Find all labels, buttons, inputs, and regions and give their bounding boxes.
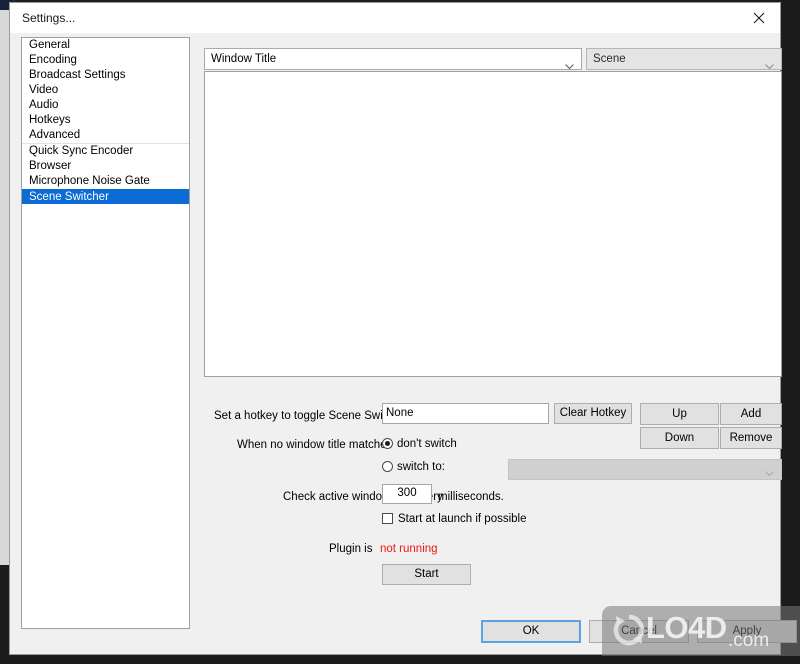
sidebar-item-scene-switcher[interactable]: Scene Switcher — [22, 189, 189, 204]
radio-switch-to[interactable]: switch to: — [382, 461, 445, 473]
plugin-status-label: Plugin is — [329, 543, 373, 555]
switch-to-scene-combobox[interactable] — [508, 459, 782, 480]
sidebar-item-hotkeys[interactable]: Hotkeys — [22, 113, 189, 128]
match-rule-row: Window Title Scene — [204, 48, 782, 70]
add-button[interactable]: Add — [720, 403, 782, 425]
sidebar-item-video[interactable]: Video — [22, 83, 189, 98]
sidebar-item-advanced[interactable]: Advanced — [22, 128, 189, 143]
hotkey-input[interactable]: None — [382, 403, 549, 424]
checkbox-mark-icon — [382, 513, 393, 524]
start-button[interactable]: Start — [382, 564, 471, 585]
ok-button[interactable]: OK — [481, 620, 581, 643]
remove-button[interactable]: Remove — [720, 427, 782, 449]
scene-combobox-value: Scene — [593, 53, 626, 65]
radio-dont-switch[interactable]: don't switch — [382, 438, 457, 450]
dialog-footer: OK Cancel Apply — [10, 608, 797, 654]
interval-input[interactable]: 300 — [382, 484, 432, 504]
start-at-launch-label: Start at launch if possible — [398, 513, 527, 525]
sidebar-item-browser[interactable]: Browser — [22, 159, 189, 174]
window-title-combobox-value: Window Title — [211, 53, 277, 65]
scene-switcher-panel: Window Title Scene Set a hotkey to toggl… — [204, 37, 782, 629]
status-badge: not running — [380, 543, 438, 555]
cancel-button[interactable]: Cancel — [589, 620, 689, 643]
sidebar-item-encoding[interactable]: Encoding — [22, 53, 189, 68]
no-match-label: When no window title matches — [237, 439, 393, 451]
sidebar-item-microphone-noise-gate[interactable]: Microphone Noise Gate — [22, 174, 189, 189]
desktop-backdrop: Settings... General Encoding Broadcast Set… — [0, 0, 800, 664]
scene-switcher-options: Set a hotkey to toggle Scene Switcher: N… — [204, 381, 782, 621]
apply-button[interactable]: Apply — [697, 620, 797, 643]
window-title-combobox[interactable]: Window Title — [204, 48, 582, 70]
clear-hotkey-button[interactable]: Clear Hotkey — [554, 403, 632, 424]
scene-combobox[interactable]: Scene — [586, 48, 782, 70]
window-title: Settings... — [22, 11, 76, 25]
interval-unit-label: milliseconds. — [438, 491, 504, 503]
settings-category-list[interactable]: General Encoding Broadcast Settings Video Au… — [21, 37, 190, 629]
radio-mark-icon — [382, 461, 393, 472]
title-bar: Settings... — [10, 3, 780, 33]
chevron-down-icon — [765, 468, 774, 480]
radio-mark-icon — [382, 438, 393, 449]
start-at-launch-checkbox[interactable]: Start at launch if possible — [382, 513, 527, 525]
radio-dont-switch-label: don't switch — [397, 438, 457, 450]
close-icon[interactable] — [738, 3, 780, 32]
radio-switch-to-label: switch to: — [397, 461, 445, 473]
background-window-edge-shadow — [0, 565, 9, 664]
sidebar-item-general[interactable]: General — [22, 38, 189, 53]
sidebar-item-broadcast-settings[interactable]: Broadcast Settings — [22, 68, 189, 83]
close-icon-glyph — [753, 12, 765, 24]
switch-rules-listbox[interactable] — [204, 71, 782, 377]
sidebar-item-quick-sync-encoder[interactable]: Quick Sync Encoder — [22, 143, 189, 159]
settings-dialog: Settings... General Encoding Broadcast Set… — [9, 2, 797, 655]
move-down-button[interactable]: Down — [640, 427, 719, 449]
sidebar-item-audio[interactable]: Audio — [22, 98, 189, 113]
move-up-button[interactable]: Up — [640, 403, 719, 425]
